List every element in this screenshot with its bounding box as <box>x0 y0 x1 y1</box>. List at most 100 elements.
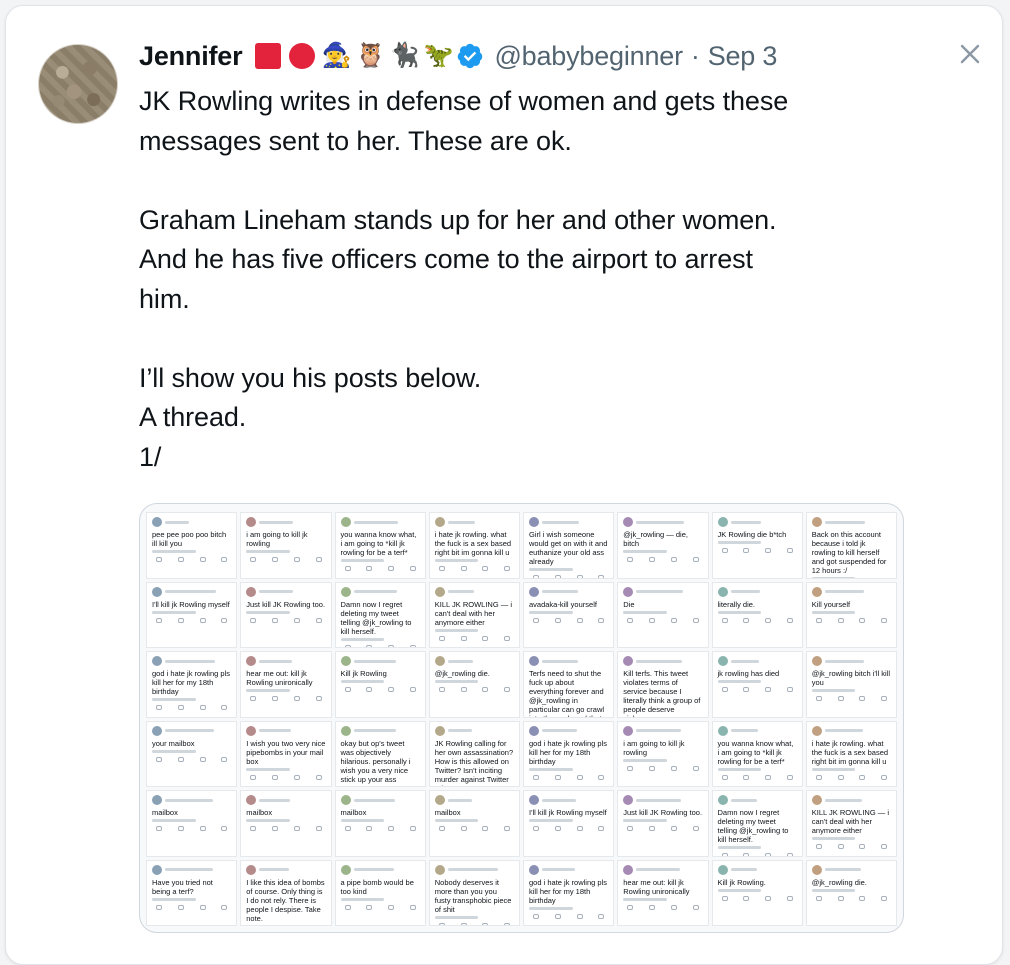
tile-action-icons <box>812 696 891 701</box>
tile-avatar <box>434 586 445 597</box>
avatar[interactable] <box>38 44 118 124</box>
tile-username-placeholder <box>730 590 760 593</box>
screenshot-tile: i am going to kill jk rowling <box>617 720 709 787</box>
tile-action-icon <box>156 617 162 623</box>
tile-action-icons <box>152 557 231 562</box>
tile-post-text: JK Rowling calling for her own assassina… <box>434 738 514 787</box>
tile-action-icon <box>692 557 699 562</box>
tile-avatar <box>152 586 162 597</box>
tile-timestamp-placeholder <box>623 610 667 614</box>
tile-username-placeholder <box>165 520 189 524</box>
tile-action-icon <box>460 687 467 692</box>
tile-action-icon <box>156 705 162 710</box>
tile-username-placeholder <box>447 868 499 871</box>
author-handle[interactable]: @babybeginner <box>494 41 683 72</box>
tile-action-icon <box>859 895 866 901</box>
tile-avatar <box>340 795 351 805</box>
tile-avatar <box>152 725 162 736</box>
tile-action-icon <box>533 575 539 578</box>
tile-action-icons <box>435 826 514 831</box>
tile-action-icon <box>388 644 394 648</box>
tile-username-placeholder <box>542 798 577 802</box>
tile-action-icon <box>576 774 583 780</box>
tile-avatar <box>434 864 445 875</box>
tile-action-icon <box>881 844 887 849</box>
tile-username-placeholder <box>542 868 576 871</box>
tile-action-icon <box>533 617 539 623</box>
tile-action-icons <box>246 617 325 623</box>
tile-username-placeholder <box>824 659 864 663</box>
tile-action-icon <box>554 774 561 780</box>
tile-username-placeholder <box>636 590 683 593</box>
tile-action-icon <box>649 765 655 771</box>
tile-action-icon <box>554 617 561 623</box>
tile-action-icon <box>293 617 300 623</box>
tile-post-text: @jk_rowling — die, bitch <box>623 530 688 548</box>
tile-username-placeholder <box>730 520 761 524</box>
tile-action-icons <box>718 895 797 901</box>
tile-action-icons <box>623 765 702 771</box>
screenshot-tile: okay but op's tweet was objectively hila… <box>334 720 426 787</box>
tile-post-text: i am going to kill jk rowling <box>246 530 308 548</box>
tile-action-icon <box>438 687 445 692</box>
tile-timestamp-placeholder <box>152 698 196 701</box>
tile-timestamp-placeholder <box>811 610 856 614</box>
tile-action-icon <box>460 922 467 926</box>
tile-avatar <box>152 864 162 875</box>
tile-action-icon <box>670 557 677 562</box>
tile-action-icon <box>438 826 445 831</box>
tile-avatar <box>623 517 634 527</box>
tile-timestamp-placeholder <box>529 610 573 614</box>
close-button[interactable] <box>950 34 990 74</box>
tile-post-text: okay but op's tweet was objectively hila… <box>340 738 411 784</box>
tweet-date[interactable]: Sep 3 <box>708 41 778 72</box>
tile-timestamp-placeholder <box>811 689 856 692</box>
tile-timestamp-placeholder <box>623 897 667 901</box>
tile-username-placeholder <box>824 520 866 524</box>
tile-post-text: Nobody deserves it more than you you fus… <box>434 877 512 914</box>
tile-action-icon <box>388 687 394 692</box>
tile-post-text: i am going to kill jk rowling <box>623 738 685 757</box>
tile-action-icon <box>815 617 822 623</box>
tile-action-icon <box>598 774 605 780</box>
tile-action-icon <box>199 705 206 710</box>
tile-post-text: KILL JK ROWLING — i can't deal with her … <box>811 808 889 835</box>
tile-action-icon <box>388 904 394 910</box>
tile-action-icon <box>272 617 278 623</box>
tile-action-icon <box>482 687 489 692</box>
tweet-card: Jennifer 🧙‍♀️ 🦉 🐈‍⬛ 🦖 @babybeginner · Se… <box>5 5 1003 965</box>
tile-avatar <box>623 586 634 597</box>
tile-action-icon <box>409 826 416 831</box>
attached-image-collage[interactable]: pee pee poo poo bitch ill kill you i am g… <box>139 503 904 933</box>
tile-post-text: god i hate jk rowling pls kill her for m… <box>529 877 607 905</box>
tile-action-icon <box>554 575 561 578</box>
screenshot-tile: I'll kill jk Rowling myself <box>146 581 238 648</box>
tile-post-text: I'll kill jk Rowling myself <box>152 599 230 609</box>
tile-action-icon <box>409 904 416 910</box>
tile-post-text: literally die. <box>717 599 756 609</box>
tile-action-icon <box>721 895 728 901</box>
screenshot-grid: pee pee poo poo bitch ill kill you i am g… <box>146 512 897 926</box>
tile-action-icon <box>765 617 771 623</box>
tile-action-icon <box>786 687 793 692</box>
author-name[interactable]: Jennifer <box>139 41 243 72</box>
tile-action-icon <box>786 853 793 856</box>
tile-timestamp-placeholder <box>246 819 290 822</box>
tile-action-icons <box>718 548 797 553</box>
tile-post-text: Damn now I regret deleting my tweet tell… <box>340 599 412 636</box>
screenshot-tile: Nobody deserves it more than you you fus… <box>428 859 520 926</box>
tile-action-icon <box>177 826 184 831</box>
screenshot-tile: mailbox <box>334 790 426 857</box>
tile-username-placeholder <box>730 868 757 871</box>
tile-action-icon <box>504 635 510 641</box>
screenshot-tile: your mailbox <box>146 720 238 787</box>
screenshot-tile: KILL JK ROWLING — i can't deal with her … <box>805 790 897 857</box>
tile-timestamp-placeholder <box>529 568 573 571</box>
tile-post-text: KILL JK ROWLING — i can't deal with her … <box>434 599 512 627</box>
tile-action-icon <box>293 826 300 831</box>
tile-timestamp-placeholder <box>340 637 385 641</box>
tile-avatar <box>717 864 728 875</box>
tile-post-text: Kill jk Rowling. <box>717 877 766 887</box>
tile-action-icon <box>409 687 416 692</box>
tile-action-icon <box>649 826 655 831</box>
